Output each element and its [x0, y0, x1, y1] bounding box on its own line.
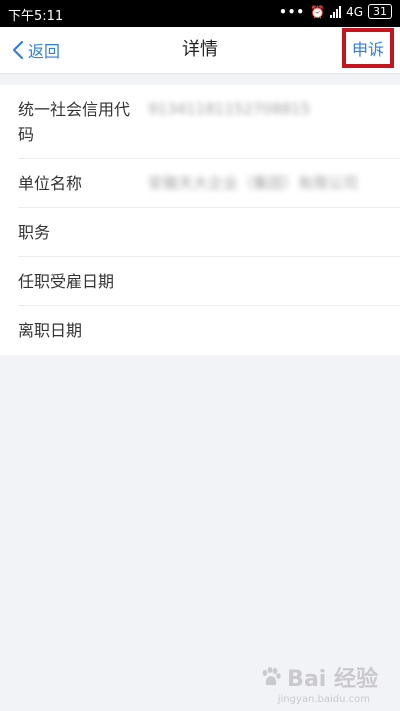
- battery-icon: 31: [368, 4, 392, 19]
- detail-row-credit-code: 统一社会信用代码 91341181152708815: [0, 85, 400, 159]
- alarm-icon: ⏰: [310, 4, 326, 19]
- detail-label: 职务: [18, 223, 51, 242]
- more-dots-icon: •••: [279, 4, 306, 19]
- signal-icon: [330, 5, 342, 18]
- detail-value: [138, 220, 400, 245]
- detail-list: 统一社会信用代码 91341181152708815 单位名称 安徽天大企业（集…: [0, 85, 400, 355]
- status-bar: 下午5:11 ••• ⏰ 4G 31: [0, 0, 400, 27]
- detail-label: 任职受雇日期: [18, 272, 115, 291]
- detail-row-position: 职务: [0, 208, 400, 257]
- status-icons: ••• ⏰ 4G 31: [279, 4, 392, 19]
- status-time: 下午5:11: [8, 9, 64, 24]
- detail-row-company-name: 单位名称 安徽天大企业（集团）有限公司: [0, 159, 400, 208]
- baidu-watermark: Bai 经验: [259, 661, 378, 693]
- detail-label: 离职日期: [18, 321, 83, 340]
- paw-icon: [259, 665, 283, 689]
- detail-row-leave-date: 离职日期: [0, 306, 400, 355]
- complain-button[interactable]: 申诉: [342, 28, 394, 68]
- page-title: 详情: [182, 39, 218, 60]
- detail-value: 安徽天大企业（集团）有限公司: [148, 174, 359, 192]
- detail-value: [138, 269, 400, 294]
- watermark-text: Bai 经验: [287, 667, 378, 692]
- detail-row-hire-date: 任职受雇日期: [0, 257, 400, 306]
- network-type: 4G: [346, 4, 363, 19]
- nav-bar: 返回 详情 申诉: [0, 27, 400, 74]
- watermark-url: jingyan.baidu.com: [277, 694, 370, 705]
- detail-label: 单位名称: [18, 174, 83, 193]
- detail-label: 统一社会信用代码: [18, 100, 131, 144]
- detail-value: [138, 318, 400, 343]
- detail-value: 91341181152708815: [148, 100, 311, 118]
